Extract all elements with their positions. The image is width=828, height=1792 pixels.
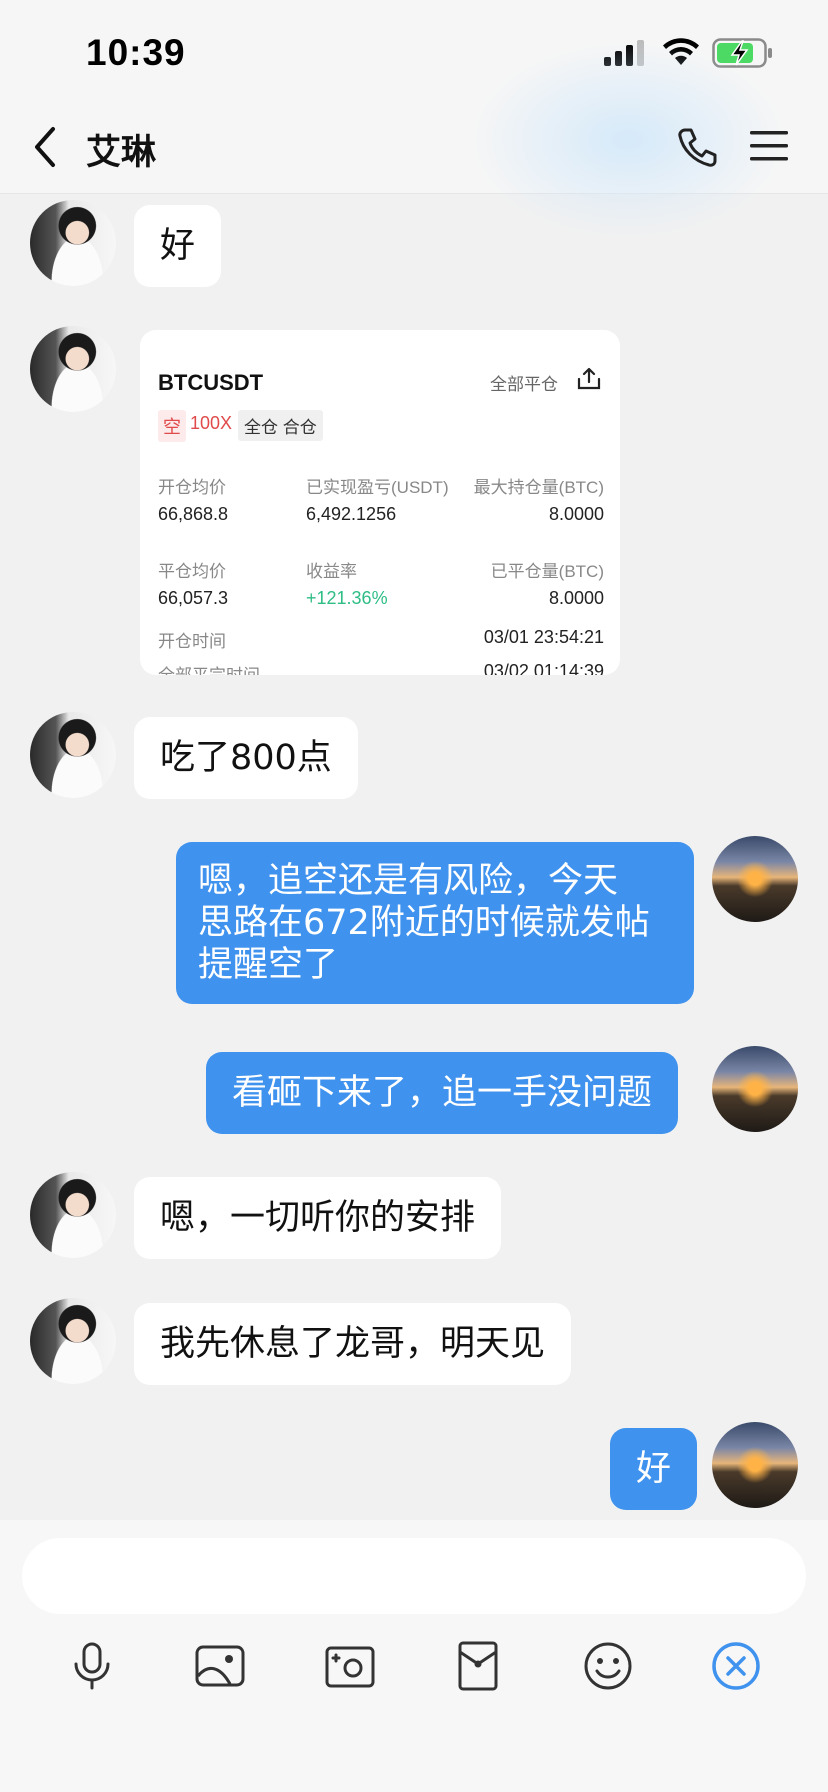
microphone-icon[interactable] — [64, 1638, 120, 1694]
roi-label: 收益率 — [306, 562, 357, 581]
message-bubble-incoming[interactable]: 我先休息了龙哥，明天见 — [134, 1303, 572, 1385]
open-time-value: 03/01 23:54:21 — [483, 627, 604, 647]
message-input[interactable] — [22, 1538, 806, 1614]
contact-avatar[interactable] — [30, 712, 116, 798]
open-avg-label: 开仓均价 — [158, 478, 226, 497]
contact-avatar[interactable] — [30, 200, 116, 286]
margin-mode-badge: 全仓 合仓 — [238, 410, 323, 441]
camera-icon[interactable] — [322, 1638, 378, 1694]
red-packet-icon[interactable] — [450, 1638, 506, 1694]
close-avg-value: 66,057.3 — [158, 588, 229, 608]
message-bubble-incoming[interactable]: 嗯，一切听你的安排 — [134, 1177, 502, 1259]
header-glow — [468, 40, 788, 240]
closed-qty-value: 8.0000 — [548, 588, 604, 608]
message-line: 提醒空了 — [198, 945, 339, 985]
share-icon[interactable] — [576, 366, 602, 392]
trade-card[interactable]: BTCUSDT 全部平仓 空 100X 全仓 合仓 开仓均价 已实现盈亏(USD… — [140, 330, 620, 675]
close-avg-label: 平仓均价 — [158, 562, 226, 581]
status-time: 10:39 — [86, 32, 186, 73]
contact-avatar[interactable] — [30, 1172, 116, 1258]
chat-header: 艾琳 — [0, 40, 828, 240]
my-avatar[interactable] — [712, 836, 798, 922]
realized-pnl-label: 已实现盈亏(USDT) — [306, 478, 449, 497]
message-line: 嗯，追空还是有风险，今天 — [198, 861, 619, 901]
menu-icon[interactable] — [748, 128, 790, 164]
message-bubble-incoming[interactable]: 好 — [134, 205, 222, 287]
roi-value: +121.36% — [306, 588, 388, 608]
realized-pnl-value: 6,492.1256 — [306, 504, 397, 524]
close-circle-icon[interactable] — [708, 1638, 764, 1694]
input-bar — [0, 1520, 828, 1792]
message-bubble-outgoing[interactable]: 看砸下来了，追一手没问题 — [206, 1052, 679, 1134]
closed-qty-label: 已平仓量(BTC) — [490, 562, 604, 581]
image-icon[interactable] — [192, 1638, 248, 1694]
trade-symbol: BTCUSDT — [158, 370, 264, 395]
phone-icon[interactable] — [676, 126, 718, 168]
chevron-left-icon[interactable] — [32, 126, 58, 168]
message-line: 思路在672附近的时候就发帖 — [198, 903, 650, 943]
message-bubble-incoming[interactable]: 吃了800点 — [134, 717, 358, 799]
emoji-icon[interactable] — [580, 1638, 636, 1694]
leverage-label: 100X — [190, 413, 233, 433]
short-badge: 空 — [158, 410, 186, 442]
contact-avatar[interactable] — [30, 1298, 116, 1384]
contact-avatar[interactable] — [30, 326, 116, 412]
my-avatar[interactable] — [712, 1046, 798, 1132]
close-time-value: 03/02 01:14:39 — [483, 661, 604, 675]
max-position-label: 最大持仓量(BTC) — [473, 478, 604, 497]
open-avg-value: 66,868.8 — [158, 504, 229, 524]
message-bubble-outgoing[interactable]: 嗯，追空还是有风险，今天 思路在672附近的时候就发帖 提醒空了 — [176, 842, 694, 1004]
message-bubble-outgoing[interactable]: 好 — [610, 1428, 698, 1510]
open-time-label: 开仓时间 — [158, 632, 226, 651]
my-avatar[interactable] — [712, 1422, 798, 1508]
max-position-value: 8.0000 — [548, 504, 604, 524]
close-time-label: 全部平完时间 — [158, 661, 260, 675]
close-all-label: 全部平仓 — [490, 375, 558, 394]
contact-name[interactable]: 艾琳 — [86, 124, 156, 175]
